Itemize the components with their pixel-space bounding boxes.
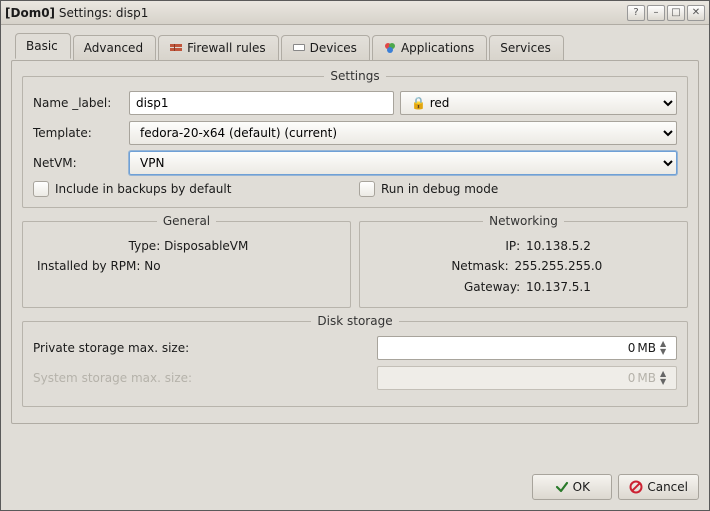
titlebar[interactable]: [Dom0] Settings: disp1 ? – □ ✕ (1, 1, 709, 25)
checkbox-box (359, 181, 375, 197)
settings-legend: Settings (324, 69, 385, 83)
tab-label: Firewall rules (187, 41, 266, 55)
ok-icon (555, 480, 569, 494)
devices-icon (292, 41, 306, 55)
cancel-icon (629, 480, 643, 494)
template-select[interactable]: fedora-20-x64 (default) (current) (129, 121, 677, 145)
tab-devices[interactable]: Devices (281, 35, 370, 60)
tab-basic[interactable]: Basic (15, 33, 71, 59)
networking-group: Networking IP: 10.138.5.2 Netmask: 255.2… (359, 214, 688, 308)
spinner-arrows-icon: ▲▼ (660, 370, 674, 386)
cancel-button[interactable]: Cancel (618, 474, 699, 500)
firewall-icon (169, 41, 183, 55)
name-label: Name _label: (33, 96, 123, 110)
spinner-unit: MB (637, 341, 656, 355)
general-group: General Type: DisposableVM Installed by … (22, 214, 351, 308)
tab-label: Advanced (84, 41, 143, 55)
system-storage-label: System storage max. size: (33, 371, 371, 385)
private-storage-spinner[interactable]: 0MB ▲▼ (377, 336, 677, 360)
spinner-unit: MB (637, 371, 656, 385)
minimize-button[interactable]: – (647, 5, 665, 21)
general-info: Type: DisposableVM Installed by RPM: No (33, 236, 340, 277)
netvm-select[interactable]: VPN (129, 151, 677, 175)
dialog-footer: OK Cancel (1, 468, 709, 510)
tab-services[interactable]: Services (489, 35, 564, 60)
tab-label: Applications (401, 41, 474, 55)
checkbox-label: Run in debug mode (381, 182, 498, 196)
include-backups-checkbox[interactable]: Include in backups by default (33, 181, 351, 197)
netvm-label: NetVM: (33, 156, 123, 170)
tab-advanced[interactable]: Advanced (73, 35, 156, 60)
tab-label: Services (500, 41, 551, 55)
disk-storage-group: Disk storage Private storage max. size: … (22, 314, 688, 407)
button-label: Cancel (647, 480, 688, 494)
tab-bar: Basic Advanced Firewall rules Devices (11, 33, 699, 59)
settings-group: Settings Name _label: 🔒 red Template: fe… (22, 69, 688, 208)
checkbox-box (33, 181, 49, 197)
tab-label: Devices (310, 41, 357, 55)
close-button[interactable]: ✕ (687, 5, 705, 21)
maximize-button[interactable]: □ (667, 5, 685, 21)
disk-legend: Disk storage (311, 314, 398, 328)
private-storage-label: Private storage max. size: (33, 341, 371, 355)
checkbox-label: Include in backups by default (55, 182, 231, 196)
system-storage-spinner: 0MB ▲▼ (377, 366, 677, 390)
spinner-value: 0 (384, 341, 637, 355)
button-label: OK (573, 480, 590, 494)
debug-mode-checkbox[interactable]: Run in debug mode (359, 181, 677, 197)
template-label: Template: (33, 126, 123, 140)
applications-icon (383, 41, 397, 55)
tab-applications[interactable]: Applications (372, 35, 487, 60)
tab-label: Basic (26, 39, 58, 53)
tab-panel-basic: Settings Name _label: 🔒 red Template: fe… (11, 60, 699, 424)
networking-info: IP: 10.138.5.2 Netmask: 255.255.255.0 Ga… (370, 236, 677, 297)
settings-window: [Dom0] Settings: disp1 ? – □ ✕ Basic Adv… (0, 0, 710, 511)
spinner-arrows-icon[interactable]: ▲▼ (660, 340, 674, 356)
name-input[interactable] (129, 91, 394, 115)
help-button[interactable]: ? (627, 5, 645, 21)
general-legend: General (157, 214, 216, 228)
tab-firewall[interactable]: Firewall rules (158, 35, 279, 60)
networking-legend: Networking (483, 214, 564, 228)
window-title: [Dom0] Settings: disp1 (5, 6, 625, 20)
ok-button[interactable]: OK (532, 474, 612, 500)
spinner-value: 0 (384, 371, 637, 385)
color-select[interactable]: 🔒 red (400, 91, 677, 115)
